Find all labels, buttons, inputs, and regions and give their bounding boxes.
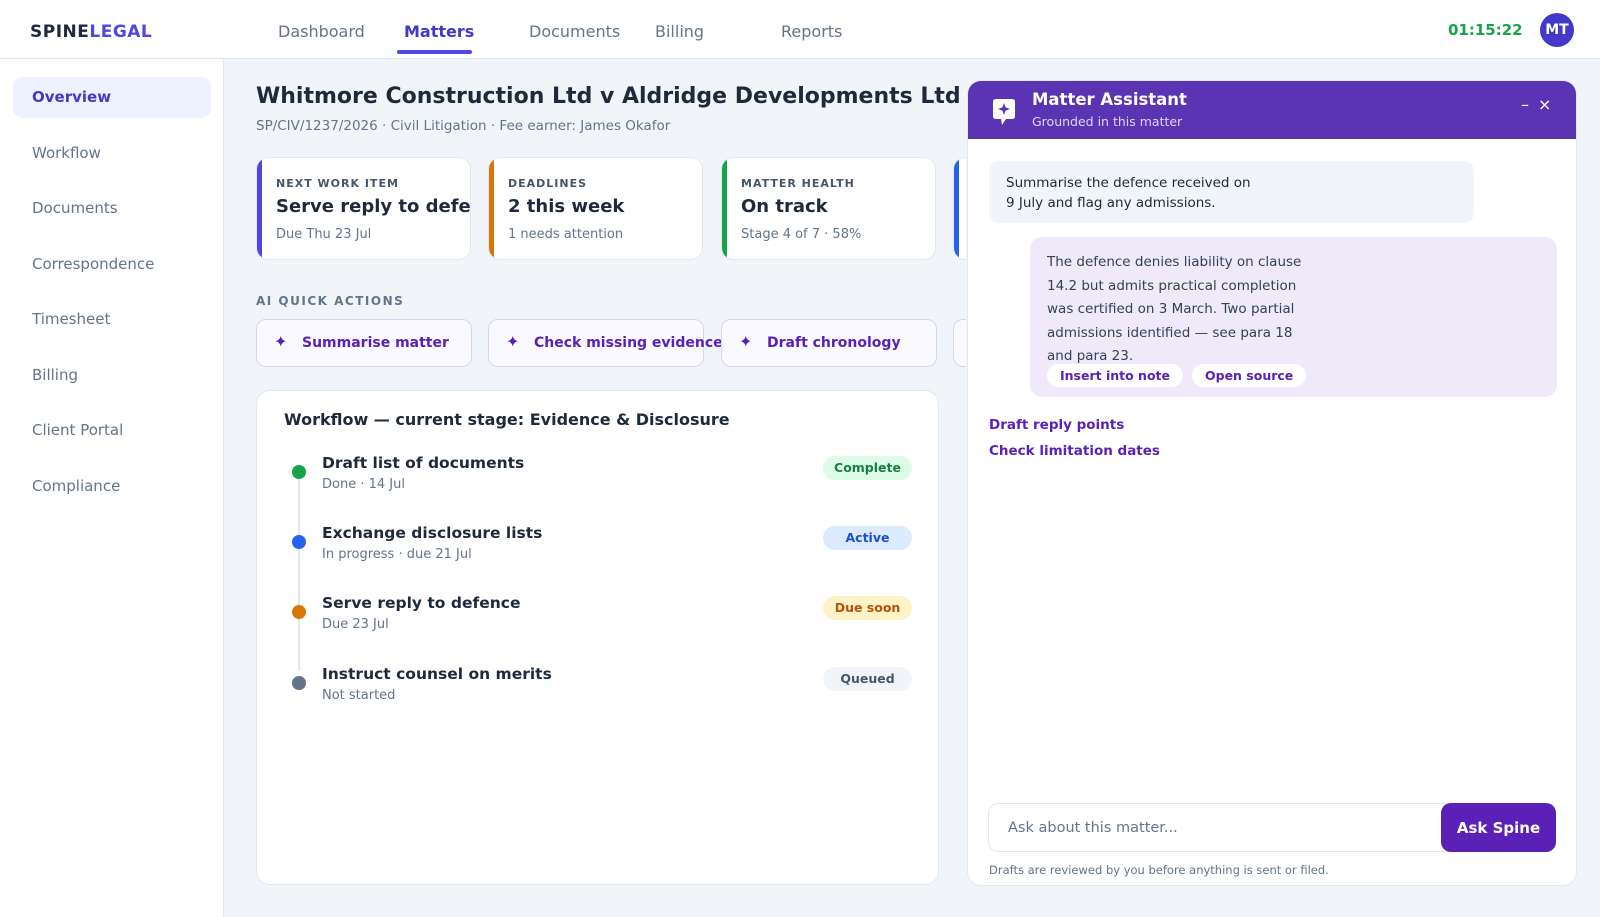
card-meta: Stage 4 of 7 · 58% [741,227,862,242]
assistant-message-text: The defence denies liability on clause 1… [1047,251,1337,369]
nav-billing[interactable]: Billing [655,22,704,41]
action-draft-chronology[interactable]: ✦ Draft chronology [721,319,937,367]
workflow-step[interactable]: Exchange disclosure lists In progress · … [257,524,937,574]
nav-matters[interactable]: Matters [404,22,474,41]
action-partial[interactable] [953,319,966,367]
status-dot [292,535,306,549]
card-partial[interactable] [953,157,966,260]
card-accent-bar [489,158,494,259]
assistant-message-line: 14.2 but admits practical completion [1047,277,1297,294]
nav-dashboard[interactable]: Dashboard [278,22,365,41]
top-bar: SPINELEGAL Dashboard Matters Documents B… [0,0,1600,59]
ask-spine-button[interactable]: Ask Spine [1441,803,1556,852]
card-value: 2 this week [508,196,625,217]
card-meta: 1 needs attention [508,227,624,242]
step-title: Exchange disclosure lists [322,524,543,542]
card-label: MATTER HEALTH [741,177,855,190]
assistant-subtitle: Grounded in this matter [1032,114,1183,129]
user-message-line: 9 July and flag any admissions. [1006,195,1216,211]
status-badge: Due soon [823,596,912,620]
matter-subtitle: SP/CIV/1237/2026 · Civil Litigation · Fe… [256,118,671,134]
suggestion-check-limitation-dates[interactable]: Check limitation dates [989,443,1160,459]
status-badge: Complete [823,456,912,480]
action-label: Draft chronology [767,335,901,351]
status-dot [292,605,306,619]
step-title: Serve reply to defence [322,594,521,612]
step-subtitle: Due 23 Jul [322,617,389,632]
card-accent-bar [954,158,959,259]
step-subtitle: In progress · due 21 Jul [322,547,472,562]
ai-quick-actions-label: AI QUICK ACTIONS [256,294,405,308]
insert-into-note-button[interactable]: Insert into note [1047,364,1183,387]
card-deadlines[interactable]: DEADLINES 2 this week 1 needs attention [488,157,703,260]
matter-assistant-panel: Matter Assistant Grounded in this matter… [967,80,1577,886]
action-check-missing-evidence[interactable]: ✦ Check missing evidence [488,319,723,367]
minimize-icon[interactable]: – [1521,95,1529,114]
user-message: Summarise the defence received on 9 July… [989,161,1474,223]
sidebar-item-timesheet[interactable]: Timesheet [13,299,211,340]
assistant-message-line: The defence denies liability on clause [1047,254,1302,270]
card-matter-health[interactable]: MATTER HEALTH On track Stage 4 of 7 · 58… [721,157,936,260]
nav-active-indicator [397,50,472,54]
ai-quick-actions: ✦ Summarise matter ✦ Check missing evide… [256,319,966,369]
assistant-message: The defence denies liability on clause 1… [1030,237,1557,397]
card-accent-bar [722,158,727,259]
suggestion-draft-reply-points[interactable]: Draft reply points [989,417,1124,433]
status-dot [292,465,306,479]
card-accent-bar [257,158,262,259]
sidebar-item-client-portal[interactable]: Client Portal [13,410,211,451]
sidebar-item-overview[interactable]: Overview [13,77,211,118]
card-next-work-item[interactable]: NEXT WORK ITEM Serve reply to defence Du… [256,157,471,260]
sidebar-item-compliance[interactable]: Compliance [13,466,211,507]
sidebar-item-documents[interactable]: Documents [13,188,211,229]
sidebar: Overview Workflow Documents Corresponden… [0,59,224,917]
open-source-button[interactable]: Open source [1192,364,1307,387]
sparkle-icon: ✦ [739,332,753,351]
sparkle-icon: ✦ [274,332,288,351]
action-label: Summarise matter [302,335,449,351]
action-label: Check missing evidence [534,335,723,351]
nav-reports[interactable]: Reports [781,22,842,41]
matter-title: Whitmore Construction Ltd v Aldridge Dev… [256,84,961,109]
time-tracker[interactable]: 01:15:22 [1448,21,1523,39]
sparkle-icon: ✦ [506,332,520,351]
card-label: NEXT WORK ITEM [276,177,399,190]
assistant-footer-note: Drafts are reviewed by you before anythi… [989,863,1329,877]
step-title: Instruct counsel on merits [322,665,552,683]
card-label: DEADLINES [508,177,588,190]
workflow-step[interactable]: Serve reply to defence Due 23 Jul Due so… [257,594,937,644]
sidebar-item-workflow[interactable]: Workflow [13,133,211,174]
chat-sparkle-icon [993,99,1015,125]
sidebar-item-billing[interactable]: Billing [13,355,211,396]
workflow-panel: Workflow — current stage: Evidence & Dis… [256,390,939,885]
card-value: On track [741,196,828,217]
status-dot [292,676,306,690]
status-badge: Queued [823,667,912,691]
user-message-line: Summarise the defence received on [1006,175,1251,191]
close-icon[interactable]: × [1538,95,1551,114]
assistant-title: Matter Assistant [1032,90,1187,109]
user-avatar[interactable]: MT [1540,13,1574,47]
card-value: Serve reply to defence [276,196,471,217]
step-subtitle: Not started [322,688,396,703]
summary-cards: NEXT WORK ITEM Serve reply to defence Du… [256,157,966,263]
logo-text-spine: SPINE [30,22,90,42]
action-summarise-matter[interactable]: ✦ Summarise matter [256,319,472,367]
assistant-message-line: admissions identified — see para 18 [1047,324,1293,341]
card-meta: Due Thu 23 Jul [276,227,372,242]
step-subtitle: Done · 14 Jul [322,477,405,492]
assistant-header: Matter Assistant Grounded in this matter… [968,81,1576,139]
workflow-step[interactable]: Instruct counsel on merits Not started Q… [257,665,937,715]
nav-documents[interactable]: Documents [529,22,620,41]
sidebar-item-correspondence[interactable]: Correspondence [13,244,211,285]
workflow-title: Workflow — current stage: Evidence & Dis… [284,410,730,429]
logo-text-legal: LEGAL [89,22,153,42]
app-logo[interactable]: SPINELEGAL [30,22,152,42]
step-title: Draft list of documents [322,454,525,472]
workflow-step[interactable]: Draft list of documents Done · 14 Jul Co… [257,454,937,504]
ask-input[interactable] [988,803,1456,852]
assistant-message-line: was certified on 3 March. Two partial [1047,301,1295,317]
status-badge: Active [823,526,912,550]
